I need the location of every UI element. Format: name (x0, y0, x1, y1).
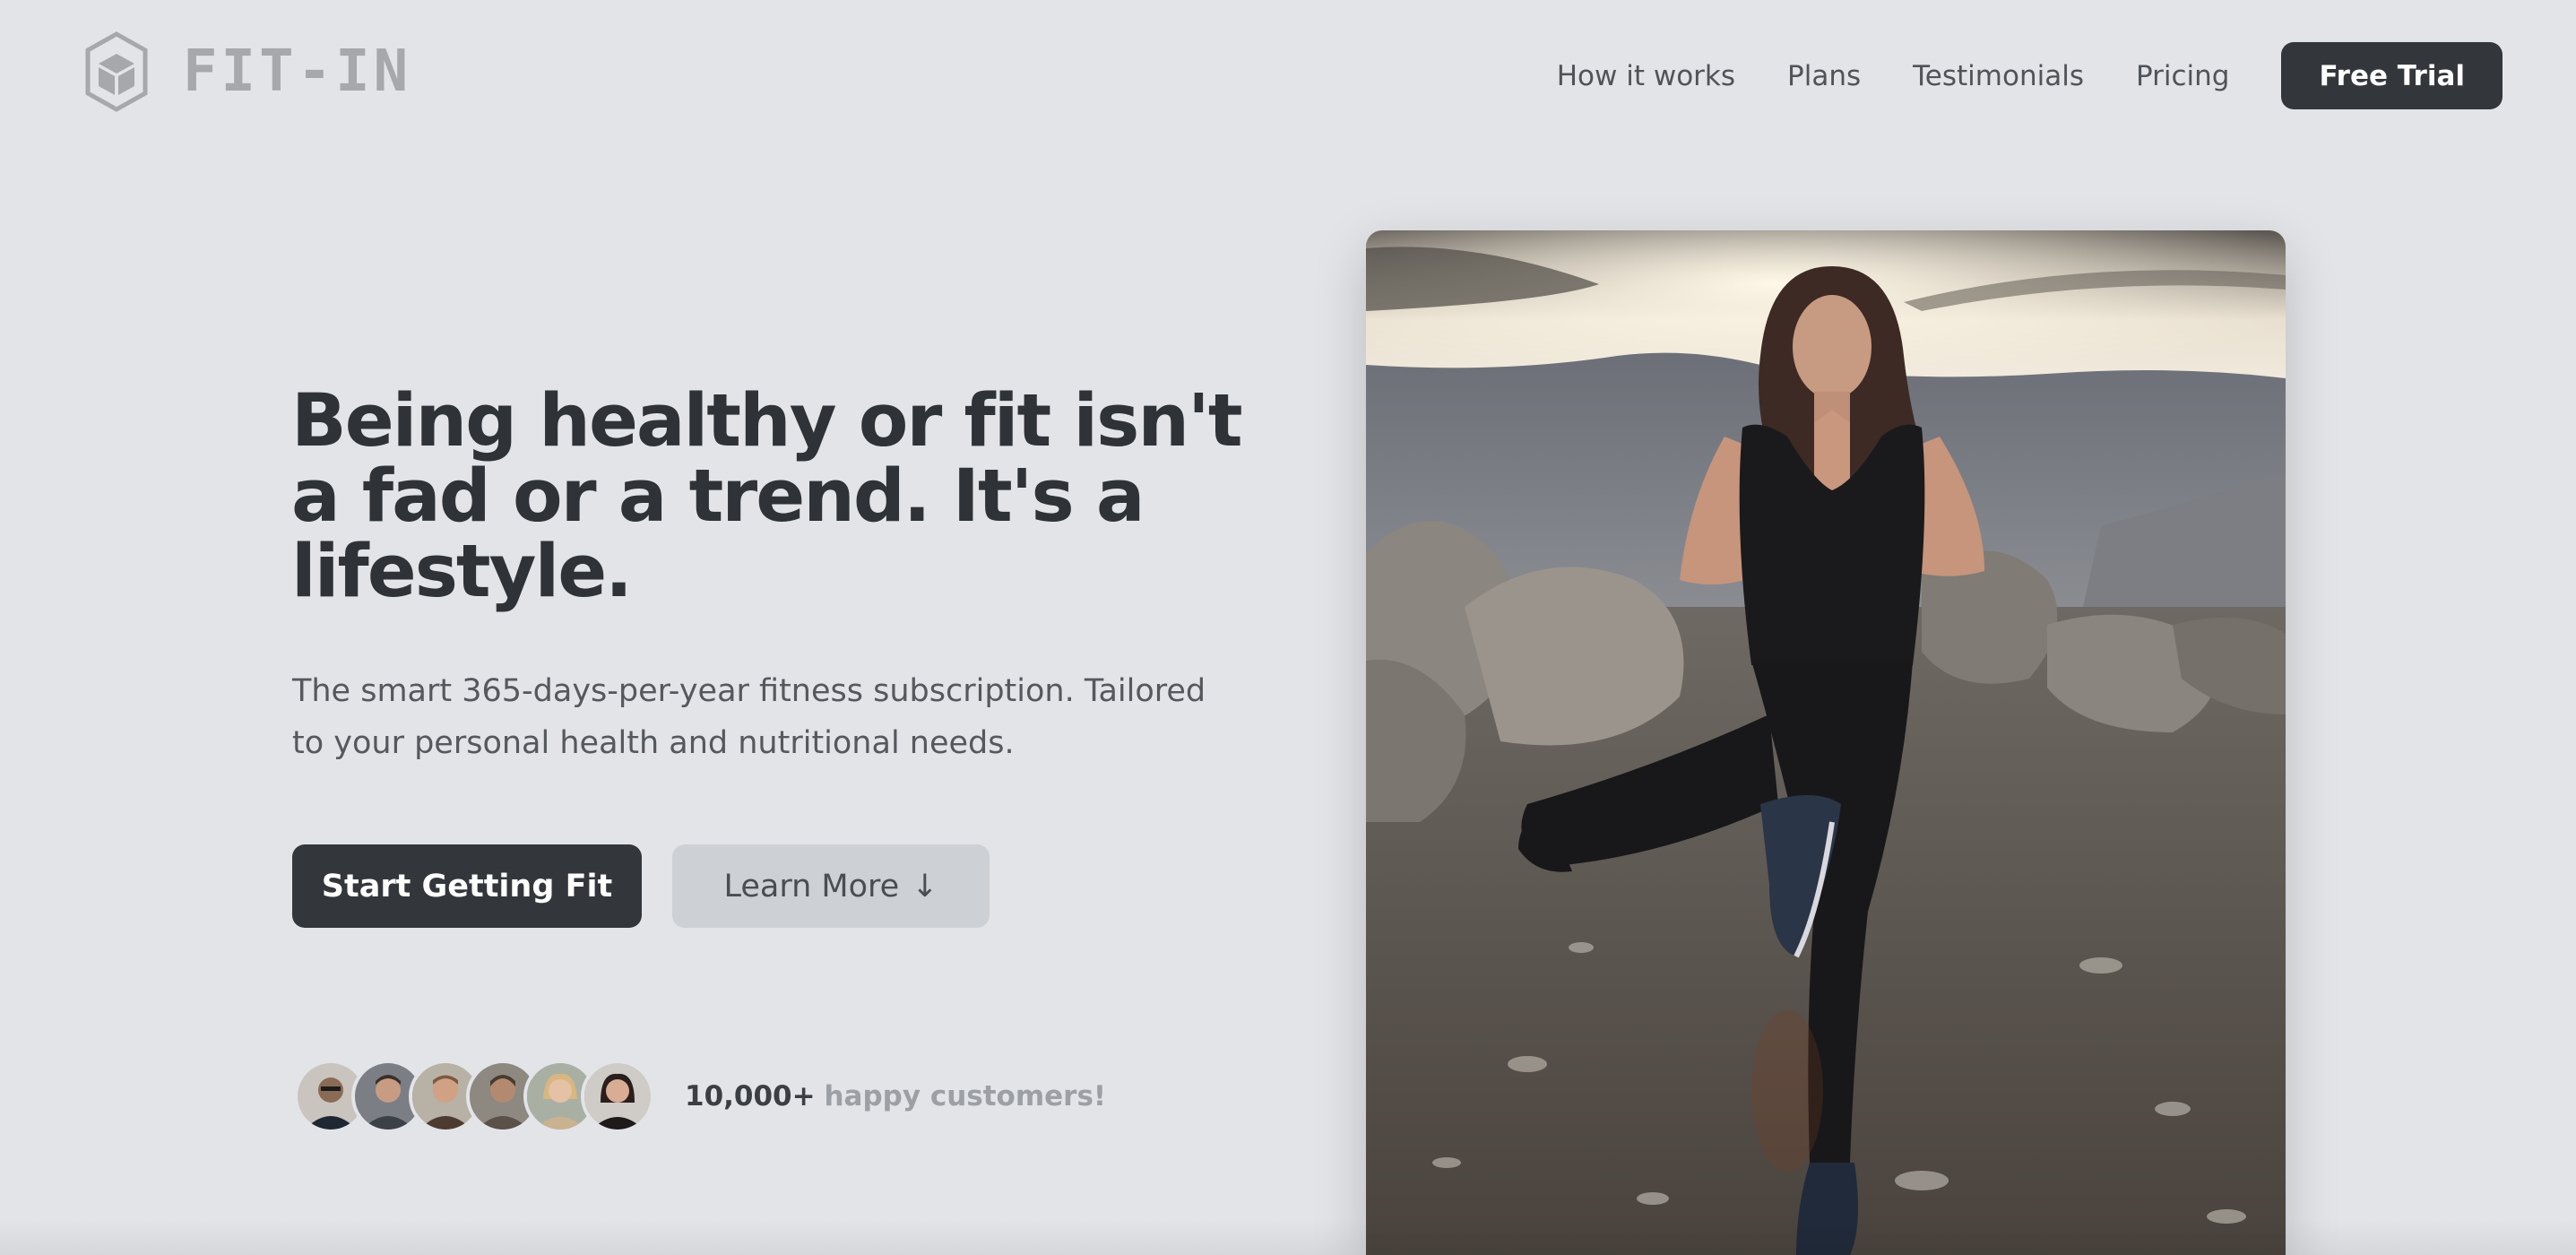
nav-link-plans[interactable]: Plans (1787, 60, 1861, 92)
nav-link-how-it-works[interactable]: How it works (1557, 60, 1735, 92)
learn-more-button[interactable]: Learn More ↓ (672, 844, 990, 928)
brand-name: FIT-IN (183, 39, 412, 105)
avatar (581, 1060, 654, 1133)
customer-avatars (294, 1060, 654, 1133)
customers-label: happy customers! (824, 1080, 1107, 1112)
customer-social-proof: 10,000+ happy customers! (294, 1060, 1106, 1133)
arrow-down-icon: ↓ (912, 868, 938, 904)
hero-subtitle: The smart 365-days-per-year fitness subs… (292, 673, 1206, 761)
customers-caption: 10,000+ happy customers! (685, 1080, 1106, 1112)
section-divider-shadow (0, 1219, 2576, 1255)
nav-link-pricing[interactable]: Pricing (2136, 60, 2230, 92)
start-getting-fit-label: Start Getting Fit (321, 868, 613, 904)
brand-logo[interactable]: FIT-IN (84, 30, 411, 113)
start-getting-fit-button[interactable]: Start Getting Fit (292, 844, 642, 928)
hero-photo-yoga (1366, 230, 2286, 1255)
customers-count: 10,000+ (685, 1080, 816, 1112)
site-header: FIT-IN How it works Plans Testimonials P… (0, 0, 2576, 151)
nav-link-testimonials[interactable]: Testimonials (1913, 60, 2084, 92)
main-nav: How it works Plans Testimonials Pricing … (1557, 42, 2503, 109)
learn-more-label: Learn More (723, 868, 900, 904)
hexagon-logo-icon (85, 31, 148, 112)
free-trial-button[interactable]: Free Trial (2281, 42, 2503, 109)
hero-title: Being healthy or fit isn't a fad or a tr… (291, 379, 1243, 614)
